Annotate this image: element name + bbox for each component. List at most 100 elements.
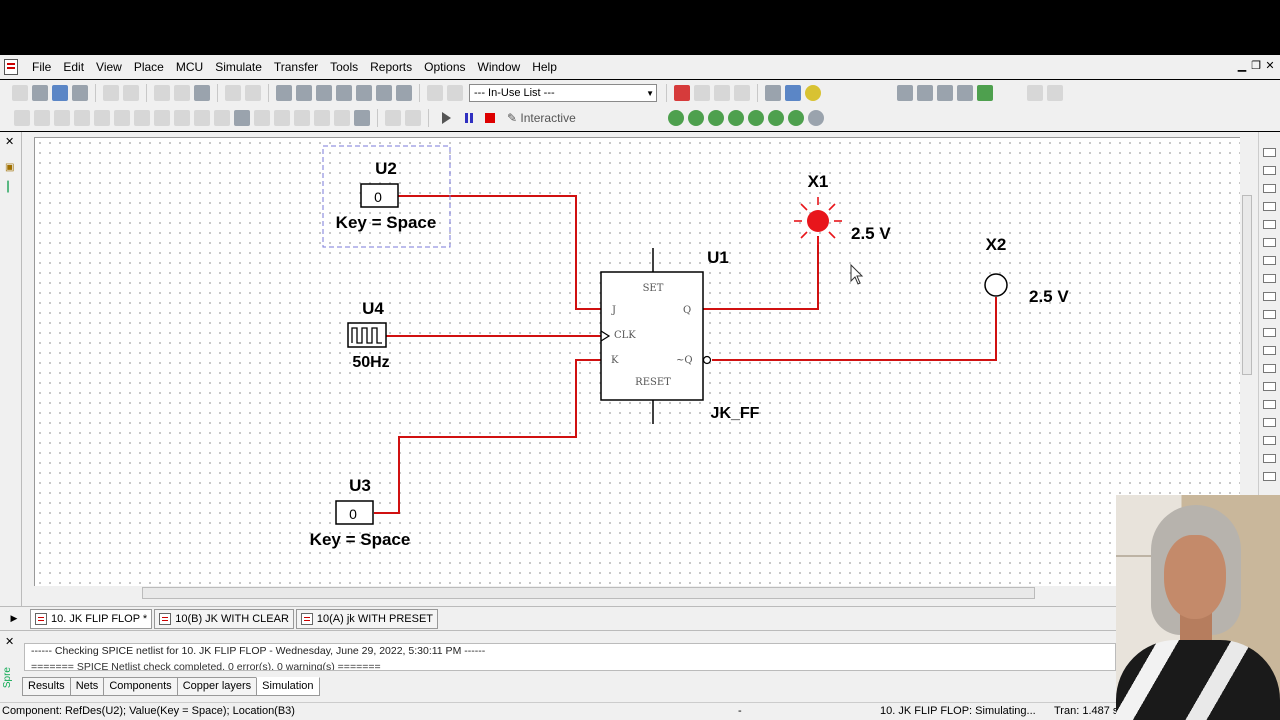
- menu-simulate[interactable]: Simulate: [209, 55, 268, 79]
- interactive-analysis-button[interactable]: ✎ Interactive: [507, 111, 576, 125]
- wattmeter-icon[interactable]: [1263, 184, 1276, 193]
- horizontal-scroll-thumb[interactable]: [142, 587, 1035, 599]
- multimeter-icon[interactable]: [1263, 148, 1276, 157]
- minimize-icon[interactable]: ▁: [1236, 59, 1248, 73]
- stop-simulation-icon[interactable]: [485, 113, 495, 123]
- menu-place[interactable]: Place: [128, 55, 170, 79]
- backannotate-ultiboard-icon[interactable]: [734, 84, 750, 101]
- run-simulation-icon[interactable]: [442, 112, 451, 124]
- tab-components[interactable]: Components: [103, 677, 178, 696]
- web-resources-icon[interactable]: [785, 84, 801, 101]
- place-connectors-icon[interactable]: [334, 110, 350, 126]
- in-use-list-dropdown[interactable]: --- In-Use List --- ▼: [469, 83, 657, 102]
- menu-edit[interactable]: Edit: [57, 55, 90, 79]
- place-source-icon[interactable]: [14, 110, 30, 126]
- print-preview-icon[interactable]: [123, 84, 139, 101]
- close-icon[interactable]: ✕: [5, 635, 14, 648]
- menu-view[interactable]: View: [90, 55, 128, 79]
- menu-reports[interactable]: Reports: [364, 55, 418, 79]
- menu-tools[interactable]: Tools: [324, 55, 364, 79]
- menu-transfer[interactable]: Transfer: [268, 55, 324, 79]
- spreadsheet-view-icon[interactable]: [296, 84, 312, 101]
- menu-file[interactable]: File: [26, 55, 57, 79]
- zoom-area-icon[interactable]: [937, 84, 953, 101]
- menu-help[interactable]: Help: [526, 55, 563, 79]
- place-transistor-icon[interactable]: [74, 110, 90, 126]
- place-indicator-icon[interactable]: [194, 110, 210, 126]
- agilent-oscilloscope-icon[interactable]: [1263, 436, 1276, 445]
- paste-icon[interactable]: [194, 84, 210, 101]
- design-toolbox-collapsed[interactable]: ✕ ▣ ┃: [0, 132, 22, 606]
- multisim-app-icon[interactable]: [4, 59, 18, 75]
- gear-icon[interactable]: [807, 110, 824, 126]
- pause-simulation-icon[interactable]: [465, 113, 473, 123]
- cut-icon[interactable]: [154, 84, 170, 101]
- zoom-out-icon[interactable]: [917, 84, 933, 101]
- place-misc-icon[interactable]: [234, 110, 250, 126]
- find-examples-icon[interactable]: [765, 84, 781, 101]
- design-toolbox-icon[interactable]: [276, 84, 292, 101]
- tab-simulation[interactable]: Simulation: [256, 677, 320, 696]
- tab-jk-with-preset[interactable]: 10(A) jk WITH PRESET: [295, 608, 439, 629]
- logic-analyzer-icon[interactable]: [1263, 310, 1276, 319]
- oscilloscope-icon[interactable]: [1263, 202, 1276, 211]
- simulation-log[interactable]: ------ Checking SPICE netlist for 10. JK…: [24, 643, 1116, 671]
- spectrum-analyzer-icon[interactable]: [1263, 364, 1276, 373]
- place-diode-icon[interactable]: [54, 110, 70, 126]
- place-basic-icon[interactable]: [34, 110, 50, 126]
- agilent-multimeter-icon[interactable]: [1263, 418, 1276, 427]
- tab-results[interactable]: Results: [22, 677, 71, 696]
- forward-annotate-icon[interactable]: [447, 84, 463, 101]
- align-left-icon[interactable]: [1027, 84, 1043, 101]
- tektronix-oscilloscope-icon[interactable]: [1263, 454, 1276, 463]
- save-icon[interactable]: [72, 84, 88, 101]
- place-advanced-peripherals-icon[interactable]: [254, 110, 270, 126]
- align-right-icon[interactable]: [1047, 84, 1063, 101]
- bode-plotter-icon[interactable]: [1263, 238, 1276, 247]
- forward-annotate-ultiboard-icon[interactable]: [714, 84, 730, 101]
- probe-current-icon[interactable]: [687, 110, 704, 126]
- erc-icon[interactable]: [376, 84, 392, 101]
- tab-jk-flip-flop[interactable]: 10. JK FLIP FLOP *: [30, 608, 153, 629]
- labview-instrument-icon[interactable]: [1263, 472, 1276, 481]
- hierarchical-block-icon[interactable]: [385, 110, 401, 126]
- help-icon[interactable]: [805, 84, 821, 101]
- new-file-icon[interactable]: [12, 84, 28, 101]
- place-mcu-icon[interactable]: [354, 110, 370, 126]
- menu-window[interactable]: Window: [472, 55, 527, 79]
- close-icon[interactable]: ✕: [5, 135, 14, 148]
- full-screen-icon[interactable]: [977, 84, 993, 101]
- place-analog-icon[interactable]: [94, 110, 110, 126]
- postprocessor-icon[interactable]: [356, 84, 372, 101]
- redo-icon[interactable]: [245, 84, 261, 101]
- frequency-counter-icon[interactable]: [1263, 256, 1276, 265]
- place-cmos-icon[interactable]: [134, 110, 150, 126]
- place-misc-digital-icon[interactable]: [154, 110, 170, 126]
- zoom-sheet-icon[interactable]: [957, 84, 973, 101]
- place-electromechanical-icon[interactable]: [294, 110, 310, 126]
- function-generator-icon[interactable]: [1263, 166, 1276, 175]
- tab-nets[interactable]: Nets: [69, 677, 105, 696]
- tab-copper-layers[interactable]: Copper layers: [176, 677, 258, 696]
- annotation-icon[interactable]: [396, 84, 412, 101]
- print-icon[interactable]: [103, 84, 119, 101]
- place-mixed-icon[interactable]: [174, 110, 190, 126]
- grapher-icon[interactable]: [336, 84, 352, 101]
- bus-icon[interactable]: [405, 110, 421, 126]
- vertical-scroll-thumb[interactable]: [1242, 195, 1252, 375]
- place-ttl-icon[interactable]: [114, 110, 130, 126]
- word-generator-icon[interactable]: [1263, 274, 1276, 283]
- copy-icon[interactable]: [174, 84, 190, 101]
- database-manager-icon[interactable]: [316, 84, 332, 101]
- place-ni-icon[interactable]: [314, 110, 330, 126]
- agilent-generator-icon[interactable]: [1263, 400, 1276, 409]
- probe-power-icon[interactable]: [707, 110, 724, 126]
- electrical-rules-check-icon[interactable]: [674, 84, 690, 101]
- four-channel-oscilloscope-icon[interactable]: [1263, 220, 1276, 229]
- close-icon[interactable]: ✕: [1264, 59, 1276, 73]
- probe-settings-icon[interactable]: [787, 110, 804, 126]
- network-analyzer-icon[interactable]: [1263, 382, 1276, 391]
- logic-converter-icon[interactable]: [1263, 292, 1276, 301]
- probe-digital-icon[interactable]: [767, 110, 784, 126]
- zoom-in-icon[interactable]: [897, 84, 913, 101]
